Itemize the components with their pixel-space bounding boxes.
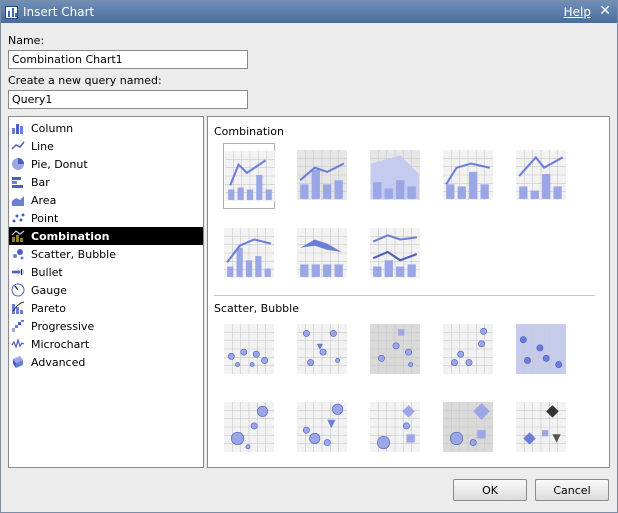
bar-chart-icon <box>11 175 25 189</box>
chart-type-label: Microchart <box>31 337 90 351</box>
combination-thumbnail-7[interactable] <box>296 221 348 287</box>
chart-type-bar[interactable]: Bar <box>9 173 203 191</box>
chart-type-list[interactable]: Column Line Pie, Donut Bar Area Point Combinat… <box>8 116 204 468</box>
scatter-section-title: Scatter, Bubble <box>214 302 299 315</box>
chart-type-column[interactable]: Column <box>9 119 203 137</box>
chart-type-scatter-bubble[interactable]: Scatter, Bubble <box>9 245 203 263</box>
scatter-thumbnail-4[interactable] <box>442 317 494 383</box>
scatter-thumbnail-8[interactable] <box>369 395 421 461</box>
combination-thumbnail-3[interactable] <box>369 143 421 209</box>
advanced-chart-icon <box>11 355 25 369</box>
chart-type-microchart[interactable]: Microchart <box>9 335 203 353</box>
scatter-chart-icon <box>11 247 25 261</box>
insert-chart-dialog: Insert Chart Help ✕ Name: Create a new q… <box>0 0 618 513</box>
combination-thumbnail-2[interactable] <box>296 143 348 209</box>
combination-thumbnail-6[interactable] <box>223 221 275 287</box>
cancel-button[interactable]: Cancel <box>535 479 609 501</box>
chart-type-pie-donut[interactable]: Pie, Donut <box>9 155 203 173</box>
line-chart-icon <box>11 139 25 153</box>
scatter-thumbnail-2[interactable] <box>296 317 348 383</box>
chart-type-area[interactable]: Area <box>9 191 203 209</box>
gauge-chart-icon <box>11 283 25 297</box>
chart-gallery: Combination Scatter, Bubble <box>207 116 610 468</box>
chart-type-label: Advanced <box>31 355 86 369</box>
chart-type-label: Pie, Donut <box>31 157 88 171</box>
query-name-field[interactable] <box>8 90 248 109</box>
chart-type-advanced[interactable]: Advanced <box>9 353 203 371</box>
scatter-thumbnail-1[interactable] <box>223 317 275 383</box>
chart-type-point[interactable]: Point <box>9 209 203 227</box>
chart-type-label: Scatter, Bubble <box>31 247 116 261</box>
query-label: Create a new query named: <box>8 74 162 87</box>
chart-type-pareto[interactable]: Pareto <box>9 299 203 317</box>
name-label: Name: <box>8 34 45 47</box>
section-divider <box>214 295 595 296</box>
dialog-title: Insert Chart <box>23 5 95 19</box>
chart-type-combination[interactable]: Combination <box>9 227 203 245</box>
scatter-thumbnail-7[interactable] <box>296 395 348 461</box>
scatter-thumbnail-9[interactable] <box>442 395 494 461</box>
combination-thumbnail-1[interactable] <box>223 143 275 209</box>
microchart-icon <box>11 337 25 351</box>
chart-type-progressive[interactable]: Progressive <box>9 317 203 335</box>
scatter-thumbnail-10[interactable] <box>515 395 567 461</box>
chart-type-label: Column <box>31 121 74 135</box>
chart-type-label: Combination <box>31 229 110 243</box>
combination-section-title: Combination <box>214 125 284 138</box>
chart-type-label: Area <box>31 193 57 207</box>
pareto-chart-icon <box>11 301 25 315</box>
chart-type-label: Gauge <box>31 283 67 297</box>
chart-type-line[interactable]: Line <box>9 137 203 155</box>
bullet-chart-icon <box>11 265 25 279</box>
help-link[interactable]: Help <box>564 5 591 19</box>
scatter-thumbnail-6[interactable] <box>223 395 275 461</box>
chart-type-label: Bar <box>31 175 50 189</box>
column-chart-icon <box>11 121 25 135</box>
point-chart-icon <box>11 211 25 225</box>
chart-type-gauge[interactable]: Gauge <box>9 281 203 299</box>
combination-thumbnail-5[interactable] <box>515 143 567 209</box>
ok-button[interactable]: OK <box>453 479 527 501</box>
chart-type-label: Point <box>31 211 59 225</box>
chart-app-icon <box>5 5 18 19</box>
chart-type-label: Bullet <box>31 265 63 279</box>
chart-type-label: Line <box>31 139 54 153</box>
combination-chart-icon <box>11 229 25 243</box>
scatter-thumbnail-3[interactable] <box>369 317 421 383</box>
combination-thumbnail-4[interactable] <box>442 143 494 209</box>
chart-type-bullet[interactable]: Bullet <box>9 263 203 281</box>
chart-type-label: Pareto <box>31 301 66 315</box>
title-bar: Insert Chart Help ✕ <box>1 1 617 23</box>
area-chart-icon <box>11 193 25 207</box>
name-field[interactable] <box>8 50 248 69</box>
progressive-chart-icon <box>11 319 25 333</box>
combination-thumbnail-8[interactable] <box>369 221 421 287</box>
scatter-thumbnail-5[interactable] <box>515 317 567 383</box>
close-icon[interactable]: ✕ <box>599 3 611 19</box>
pie-chart-icon <box>11 157 25 171</box>
chart-type-label: Progressive <box>31 319 95 333</box>
